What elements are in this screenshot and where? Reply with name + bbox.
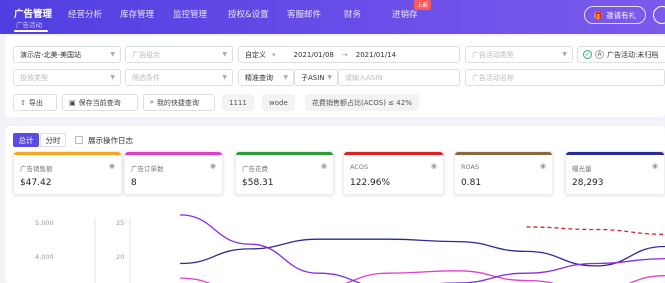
series-line-0	[179, 238, 665, 267]
series-line-1	[179, 270, 665, 283]
trend-chart	[94, 214, 665, 283]
series-line-3	[526, 226, 665, 235]
